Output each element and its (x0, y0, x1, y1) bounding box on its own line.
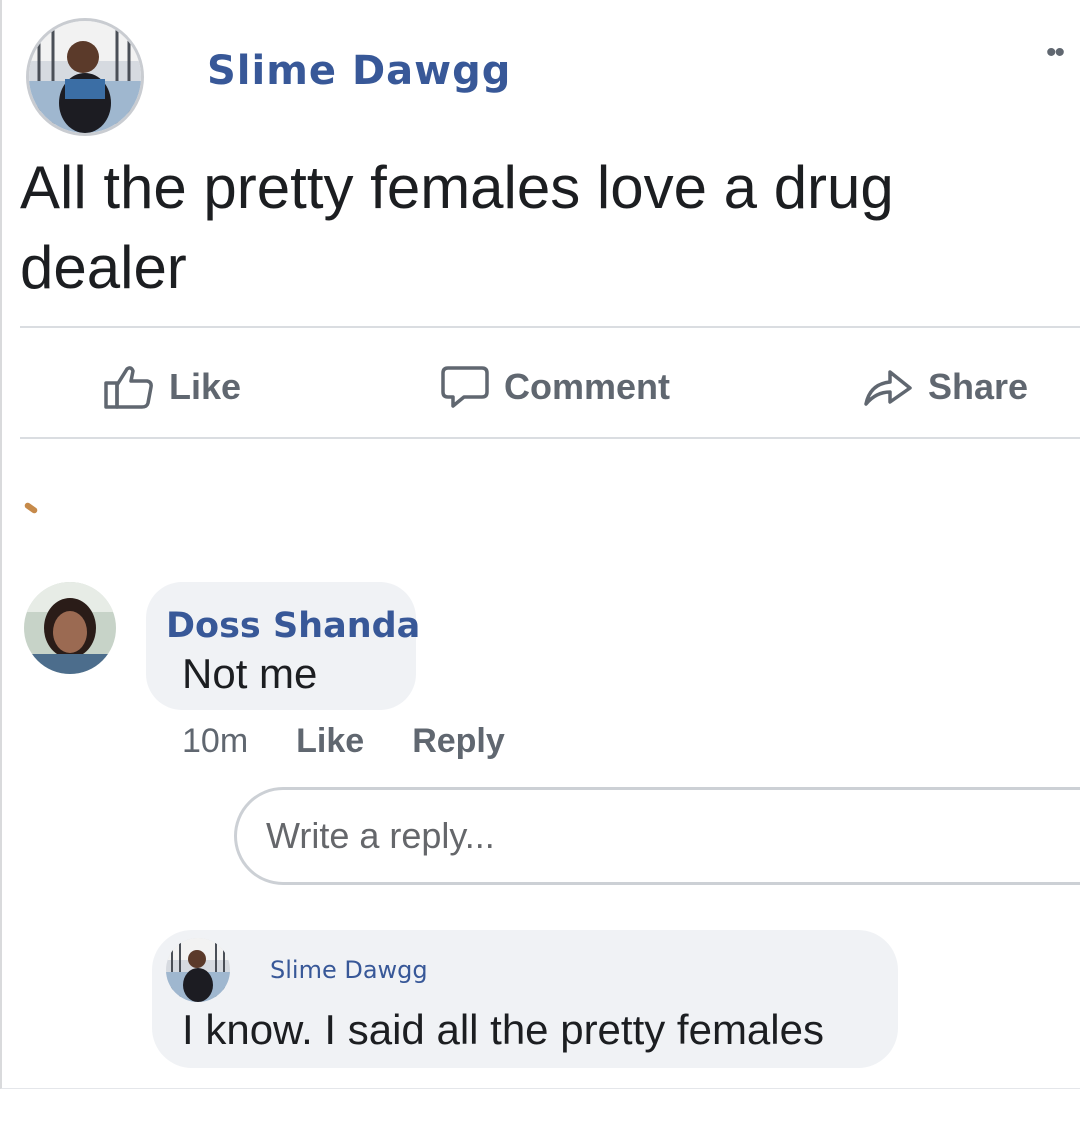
post-author-avatar[interactable] (26, 18, 144, 136)
comment-label: Comment (504, 366, 671, 407)
post-text: All the pretty females love a drug deale… (20, 154, 894, 301)
reply-input-placeholder: Write a reply... (266, 815, 495, 856)
comment-timestamp[interactable]: 10m (182, 722, 248, 761)
post-author-name[interactable]: Slime Dawgg (207, 48, 511, 94)
comment-text: Not me (182, 650, 318, 697)
background-band (0, 1090, 1080, 1148)
share-icon (864, 370, 912, 406)
comment-button[interactable]: Comment (440, 362, 670, 412)
reply-text: I know. I said all the pretty females (182, 1006, 824, 1053)
comment-reply-link[interactable]: Reply (412, 722, 505, 761)
more-dots-icon[interactable]: •• (1046, 36, 1065, 70)
reply-author-name[interactable]: Slime Dawgg (270, 956, 428, 984)
avatar-photo (166, 938, 230, 1002)
comment-like-link[interactable]: Like (296, 722, 364, 761)
avatar-photo (24, 582, 116, 674)
divider-top (20, 326, 1080, 328)
comment-author-name[interactable]: Doss Shanda (166, 606, 420, 646)
commenter-avatar[interactable] (24, 582, 116, 674)
avatar-photo (29, 21, 141, 133)
divider-bottom (20, 437, 1080, 439)
comment-meta: 10m Like Reply (182, 722, 505, 761)
share-label: Share (928, 366, 1029, 407)
share-button[interactable]: Share (862, 362, 1028, 412)
comment-icon (441, 366, 489, 408)
reply-author-avatar[interactable] (166, 938, 230, 1002)
like-label: Like (169, 366, 242, 407)
like-button[interactable]: Like (103, 362, 241, 412)
thumbs-up-icon (104, 366, 153, 409)
